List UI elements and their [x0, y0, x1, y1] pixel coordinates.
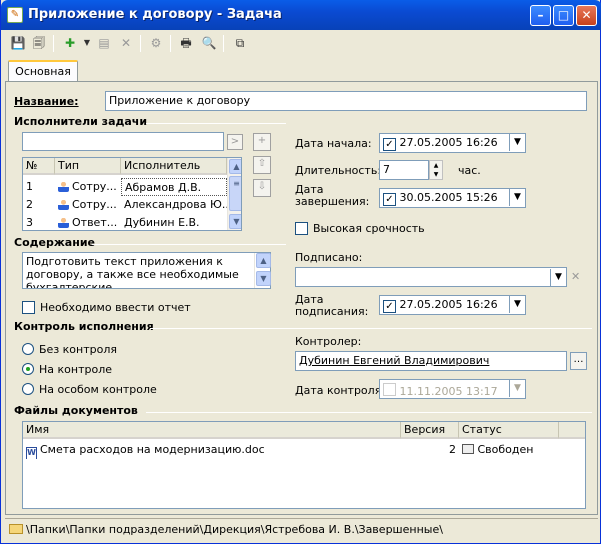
radio-no-control[interactable] [22, 343, 34, 355]
radio-special-control[interactable] [22, 383, 34, 395]
control-date-label: Дата контроля: [295, 384, 386, 397]
executors-section-title: Исполнители задачи [14, 115, 148, 128]
delete-icon[interactable]: ✕ [117, 34, 135, 52]
name-label: Название: [14, 95, 79, 108]
duration-label: Длительность: [295, 164, 382, 177]
col-executor[interactable]: Исполнитель [121, 158, 227, 175]
radio-no-control-label: Без контроля [39, 343, 117, 356]
report-checkbox[interactable] [22, 301, 35, 314]
col-type[interactable]: Тип [55, 158, 121, 175]
duration-spinner[interactable]: ▲ ▼ [429, 160, 443, 180]
radio-on-control[interactable] [22, 363, 34, 375]
sign-date-picker[interactable]: ✓ 27.05.2005 16:26 ▼ [379, 295, 526, 315]
scroll-down-icon[interactable]: ▼ [229, 214, 241, 229]
end-date-picker[interactable]: ✓ 30.05.2005 15:26 ▼ [379, 188, 526, 208]
executors-scrollbar[interactable]: ▲ ≡ ▼ [227, 158, 241, 230]
toolbar: 💾 🗐 ✚ ▼ ▤ ✕ ⚙ 🖶 🔍 ⧉ [5, 32, 599, 56]
task-window: ✎ Приложение к договору - Задача – □ ✕ 💾… [0, 0, 601, 544]
files-grid: Имя Версия Статус W Смета расходов на мод… [22, 421, 586, 509]
controller-input[interactable]: Дубинин Евгений Владимирович [295, 351, 567, 371]
col-file-name[interactable]: Имя [23, 422, 401, 439]
word-doc-icon: W [26, 447, 37, 459]
content-textarea[interactable]: Подготовить текст приложения к договору,… [22, 252, 271, 289]
move-down-button[interactable]: ⇩ [253, 179, 271, 197]
properties-icon[interactable]: ⚙ [147, 34, 165, 52]
tab-bar: Основная [5, 60, 597, 82]
radio-on-control-label: На контроле [39, 363, 112, 376]
close-button[interactable]: ✕ [576, 5, 597, 26]
end-date-label-2: завершения: [295, 195, 370, 208]
copy-icon[interactable]: ⧉ [231, 34, 249, 52]
folder-path: \Папки\Папки подразделений\Дирекция\Ястр… [26, 523, 443, 536]
signed-label: Подписано: [295, 251, 363, 264]
content-scroll-down-icon[interactable]: ▼ [256, 271, 271, 286]
content-scrollbar[interactable]: ▲ ▼ [254, 253, 271, 288]
window-title: Приложение к договору - Задача [28, 7, 282, 22]
title-bar[interactable]: ✎ Приложение к договору - Задача – □ ✕ [1, 0, 601, 30]
status-free-icon [462, 444, 474, 454]
controller-browse-button[interactable]: … [570, 352, 587, 370]
end-date-checkbox[interactable]: ✓ [383, 193, 396, 206]
edit-icon[interactable]: ▤ [95, 34, 113, 52]
employee-icon [58, 199, 69, 210]
minimize-button[interactable]: – [530, 5, 551, 26]
name-input[interactable]: Приложение к договору [105, 91, 587, 111]
save-icon[interactable]: 💾 [9, 34, 27, 52]
preview-icon[interactable]: 🔍 [200, 34, 218, 52]
control-section-title: Контроль исполнения [14, 320, 154, 333]
sign-date-dropdown-icon[interactable]: ▼ [509, 296, 525, 313]
controller-label: Контролер: [295, 335, 362, 348]
scroll-up-icon[interactable]: ▲ [229, 159, 241, 174]
col-number[interactable]: № [23, 158, 55, 175]
sign-date-checkbox[interactable]: ✓ [383, 300, 396, 313]
col-file-status[interactable]: Статус [459, 422, 559, 439]
report-label: Необходимо ввести отчет [40, 301, 191, 314]
content-scroll-up-icon[interactable]: ▲ [256, 253, 271, 268]
start-date-picker[interactable]: ✓ 27.05.2005 16:26 ▼ [379, 133, 526, 153]
add-icon[interactable]: ✚ [61, 34, 79, 52]
content-section-title: Содержание [14, 236, 95, 249]
sign-date-label-2: подписания: [295, 305, 369, 318]
control-date-checkbox[interactable] [383, 383, 396, 396]
main-panel: Название: Приложение к договору Исполнит… [5, 81, 598, 515]
tab-main[interactable]: Основная [8, 60, 78, 82]
employee-icon [58, 181, 69, 192]
status-bar: \Папки\Папки подразделений\Дирекция\Ястр… [5, 518, 598, 540]
control-date-dropdown-icon[interactable]: ▼ [509, 380, 525, 397]
urgent-label: Высокая срочность [313, 222, 425, 235]
executor-search-input[interactable] [22, 132, 224, 151]
urgent-checkbox[interactable] [295, 222, 308, 235]
add-dropdown-icon[interactable]: ▼ [78, 34, 96, 52]
signed-combobox[interactable] [295, 267, 567, 287]
executor-select-button[interactable]: > [227, 134, 243, 150]
duration-unit: час. [458, 164, 481, 177]
scroll-thumb[interactable]: ≡ [229, 176, 241, 211]
files-section-title: Файлы документов [14, 404, 138, 417]
executors-grid: № Тип Исполнитель 1 Сотру... Абрамов Д.В… [22, 157, 242, 231]
save-all-icon[interactable]: 🗐 [30, 34, 48, 52]
signed-dropdown-icon[interactable]: ▼ [550, 269, 566, 286]
col-file-version[interactable]: Версия [401, 422, 459, 439]
start-date-dropdown-icon[interactable]: ▼ [509, 134, 525, 151]
start-date-checkbox[interactable]: ✓ [383, 138, 396, 151]
move-up-button[interactable]: ⇧ [253, 156, 271, 174]
print-icon[interactable]: 🖶 [177, 34, 195, 52]
radio-special-control-label: На особом контроле [39, 383, 157, 396]
control-date-picker[interactable]: 11.11.2005 13:17 ▼ [379, 379, 526, 399]
start-date-label: Дата начала: [295, 137, 372, 150]
task-icon: ✎ [7, 7, 23, 23]
maximize-button[interactable]: □ [553, 5, 574, 26]
responsible-icon [58, 217, 69, 228]
add-executor-button[interactable]: + [253, 133, 271, 151]
duration-input[interactable]: 7 [379, 160, 429, 180]
folder-icon [9, 524, 23, 534]
signed-clear-icon[interactable]: ✕ [571, 270, 580, 283]
end-date-dropdown-icon[interactable]: ▼ [509, 189, 525, 206]
